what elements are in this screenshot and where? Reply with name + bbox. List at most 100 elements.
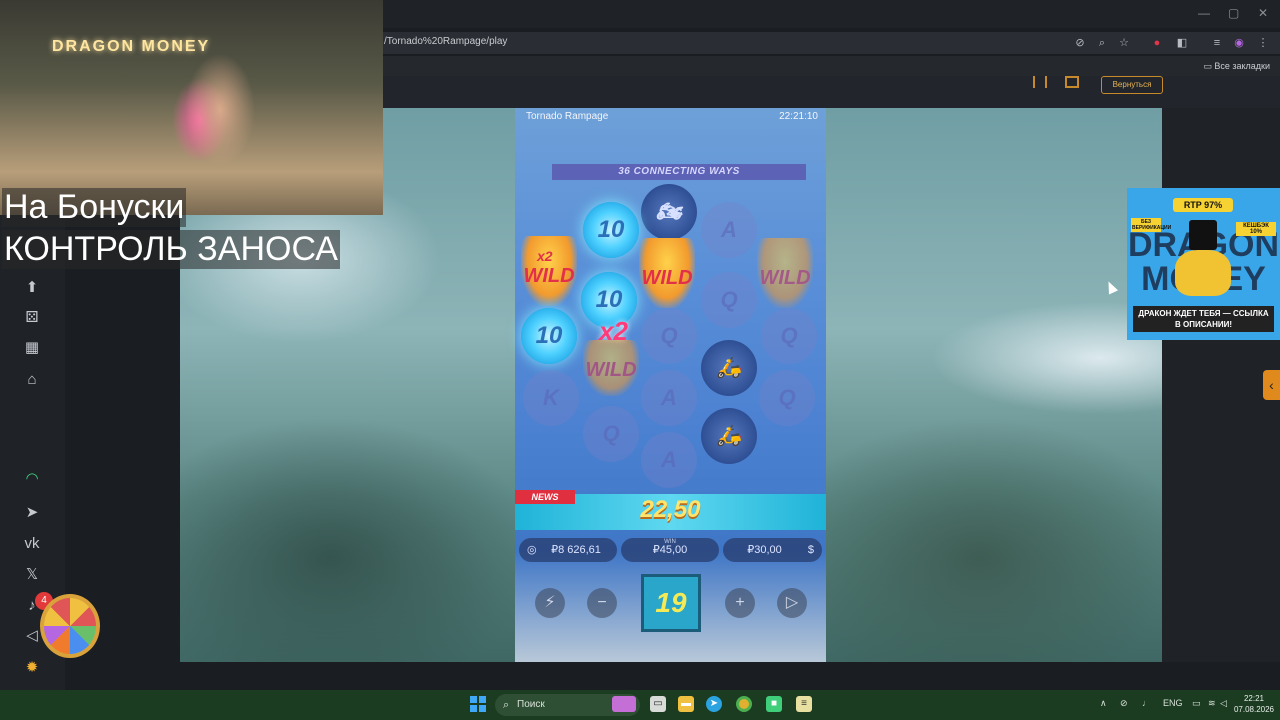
ways-banner: 36 CONNECTING WAYS [552,164,806,180]
sound-icon[interactable]: ◁ [22,626,42,646]
streamer-webcam: DRAGON MONEY [0,0,383,215]
ad-call-to-action: ДРАКОН ЖДЕТ ТЕБЯ — ССЫЛКА В ОПИСАНИИ! [1133,306,1274,332]
chrome-icon[interactable] [736,696,752,712]
bookmarks-bar: ▭ Все закладки [380,56,1280,76]
win-pill: WIN ₽45,00 [621,538,719,562]
slot-game-panel[interactable]: Tornado Rampage 22:21:10 36 CONNECTING W… [515,108,826,662]
language-indicator[interactable]: ENG [1163,698,1183,708]
fullscreen-icon[interactable] [1033,76,1047,88]
autoplay-icon[interactable]: ▷ [777,588,807,618]
tracking-off-icon[interactable]: ⊘ [1073,36,1087,50]
coin-icon: $ [807,544,814,556]
wifi-icon[interactable]: ≋ [1208,698,1216,709]
symbol-q: Q [759,370,815,426]
windows-start-icon[interactable] [470,696,486,712]
top-hat-icon [1189,220,1217,250]
support-headset-icon[interactable]: ◠ [22,469,42,489]
streaming-app-icon[interactable]: ■ [766,696,782,712]
motorcycle-symbol: 🛵 [701,340,757,396]
file-explorer-icon[interactable]: ▬ [678,696,694,712]
shop-icon[interactable]: ⌂ [22,370,42,390]
symbol-q: Q [761,308,817,364]
all-bookmarks-folder[interactable]: ▭ Все закладки [1203,61,1270,72]
balance-value: ₽8 626,61 [551,544,601,556]
extensions-puzzle-icon[interactable]: ◧ [1175,36,1189,50]
dice-icon[interactable]: ⚄ [22,308,42,328]
search-icon: ⌕ [503,699,510,711]
car-icon: 🏍 [656,201,682,223]
wild-symbol: WILD [583,340,639,396]
symbol-k: K [523,370,579,426]
symbol-a: A [641,370,697,426]
volume-icon[interactable]: ◁ [1220,698,1227,709]
telegram-icon[interactable]: ➤ [22,503,42,523]
extension-icon[interactable]: ● [1150,36,1164,50]
calendar-icon[interactable]: ▦ [22,338,42,358]
overlay-line-1: На Бонуски [2,188,187,227]
ad-no-verification-tag: БЕЗ ВЕРИФИКАЦИИ [1131,218,1172,232]
balance-pill: ◎ ₽8 626,61 [519,538,617,562]
motorcycle-symbol: 🏍 [641,184,697,240]
widgets-icon[interactable] [612,696,636,712]
telegram-app-icon[interactable]: ➤ [706,696,722,712]
network-off-icon[interactable]: ⊘ [1120,698,1128,709]
screen: — ▢ ✕ /Tornado%20Rampage/play ⊘ ⌕ ☆ ● ◧ … [0,0,1280,720]
symbol-q: Q [583,406,639,462]
fortune-wheel-icon[interactable] [40,594,100,658]
dragon-mascot-icon [1175,250,1231,296]
symbol-a: A [701,202,757,258]
ad-banner[interactable]: DRAGON MONEY RTP 97% БЕЗ ВЕРИФИКАЦИИ КЕШ… [1127,188,1280,340]
window-mode-icon[interactable] [1065,76,1079,88]
symbol-q: Q [701,272,757,328]
microphone-icon[interactable]: ♩ [1142,698,1151,708]
neon-sign: DRAGON MONEY [52,38,211,55]
chevron-left-icon[interactable]: ‹ [1263,370,1280,400]
scooter-icon: 🛵 [716,357,742,379]
bookmark-star-icon[interactable]: ☆ [1117,36,1131,50]
profile-avatar-icon[interactable]: ◉ [1232,36,1246,50]
close-button[interactable]: ✕ [1258,6,1268,20]
url-text[interactable]: /Tornado%20Rampage/play [384,36,507,47]
win-label: WIN [664,539,676,545]
vk-icon[interactable]: vk [22,534,42,554]
overlay-line-2: КОНТРОЛЬ ЗАНОСА [2,230,340,269]
windows-taskbar: ⌕ Поиск ▭ ▬ ➤ ■ ≡ ∧ ⊘ ♩ ENG ▭ ≋ ◁ 22:21 … [0,690,1280,720]
media-queue-icon[interactable]: ≡ [1210,36,1224,50]
wallet-icon: ◎ [527,544,537,556]
wild-symbol: WILD [521,236,577,306]
menu-kebab-icon[interactable]: ⋮ [1256,36,1270,50]
plus-bet-button[interactable]: + [725,588,755,618]
notepad-icon[interactable]: ≡ [796,696,812,712]
spin-counter-button[interactable]: 19 [641,574,701,632]
rocket-icon[interactable]: ⬆ [22,278,42,298]
x-twitter-icon[interactable]: 𝕏 [22,565,42,585]
address-bar[interactable]: /Tornado%20Rampage/play ⊘ ⌕ ☆ ● ◧ ≡ ◉ ⋮ [380,32,1280,54]
taskbar-clock[interactable]: 22:21 07.08.2026 [1232,693,1276,715]
taskbar-time: 22:21 [1243,694,1265,703]
lightbulb-icon[interactable]: ✹ [22,658,42,678]
minimize-button[interactable]: — [1198,6,1210,20]
bet-pill[interactable]: ₽30,00 $ [723,538,822,562]
taskbar-search-placeholder: Поиск [517,699,545,710]
folder-icon: ▭ [1203,61,1215,71]
win-amount: 22,50 [640,496,701,523]
bet-value: ₽30,00 [747,544,782,556]
minus-bet-button[interactable]: − [587,588,617,618]
symbol-q: Q [641,308,697,364]
return-button[interactable]: Вернуться [1101,76,1163,94]
zoom-icon[interactable]: ⌕ [1095,36,1109,50]
ad-cashback-tag: КЕШБЭК 10% [1236,222,1276,236]
symbol-ten: 10 [521,308,577,364]
wild-symbol: WILD [639,238,695,308]
turbo-off-icon[interactable]: ⚡ [535,588,565,618]
scooter-icon: 🛵 [716,425,742,447]
task-view-icon[interactable]: ▭ [650,696,666,712]
wild-symbol: WILD [757,238,813,308]
display-icon[interactable]: ▭ [1192,698,1201,709]
symbol-ten: 10 [583,202,639,258]
wild-multiplier: x2 [537,248,553,264]
symbol-a: A [641,432,697,488]
tray-expand-icon[interactable]: ∧ [1100,698,1107,709]
taskbar-date: 07.08.2026 [1233,705,1275,714]
restore-button[interactable]: ▢ [1228,6,1239,20]
